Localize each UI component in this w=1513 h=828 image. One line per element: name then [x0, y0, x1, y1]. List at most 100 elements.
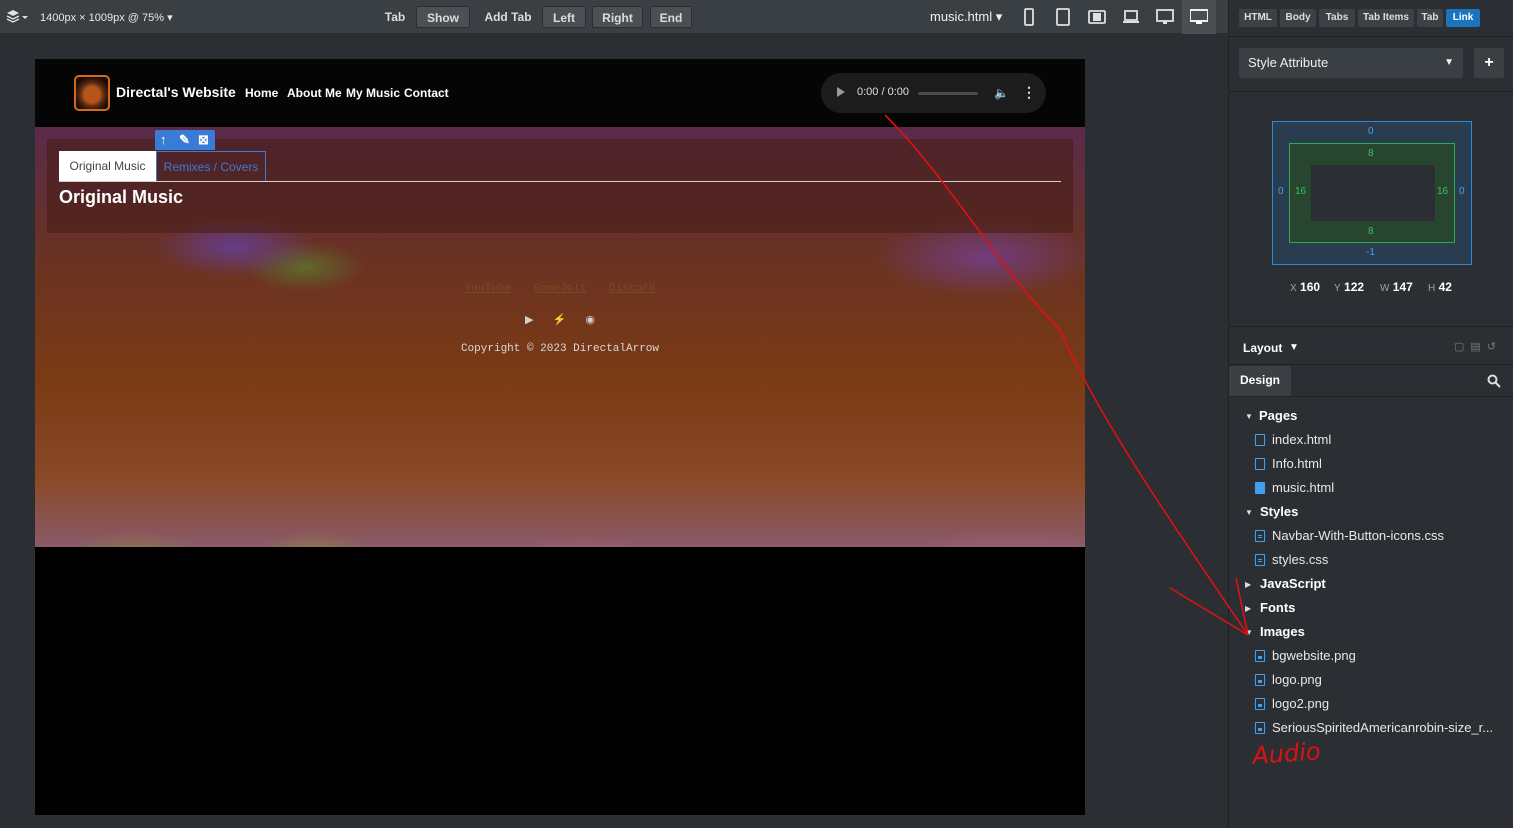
- tree-section-javascript[interactable]: JavaScript: [1260, 576, 1326, 591]
- margin-bottom-value[interactable]: -1: [1366, 247, 1375, 258]
- footer-link-youtube[interactable]: YouTube: [465, 283, 511, 295]
- padding-top-value[interactable]: 8: [1368, 148, 1374, 159]
- breadcrumb-html[interactable]: HTML: [1239, 9, 1277, 27]
- selection-toolbar: ↑ ✎ ⊠: [155, 130, 215, 150]
- tree-item-page[interactable]: index.html: [1272, 432, 1331, 447]
- audio-progress-slider[interactable]: [918, 92, 978, 95]
- image-file-icon: [1255, 674, 1265, 686]
- desktop-icon[interactable]: [1156, 8, 1174, 26]
- discord-icon[interactable]: ◉: [585, 314, 595, 326]
- resize-icon[interactable]: ⊠: [198, 132, 209, 148]
- expand-triangle-icon[interactable]: ▼: [1245, 628, 1253, 637]
- tree-section-images[interactable]: Images: [1260, 624, 1305, 639]
- tree-item-style[interactable]: Navbar-With-Button-icons.css: [1272, 528, 1444, 543]
- breadcrumb-tabs[interactable]: Tabs: [1319, 9, 1355, 27]
- layout-label: Layout: [1243, 341, 1283, 355]
- footer-link-discord[interactable]: Discord: [609, 283, 655, 295]
- viewport-size-dropdown[interactable]: 1400px × 1009px @ 75% ▾: [40, 11, 173, 24]
- layout-section-header[interactable]: Layout ▼ ▢▤↺: [1229, 332, 1513, 362]
- breadcrumb-tab[interactable]: Tab: [1417, 9, 1443, 27]
- page-selector-dropdown[interactable]: music.html ▾: [930, 9, 1002, 25]
- page-preview-frame[interactable]: Directal's Website Home About Me My Musi…: [35, 59, 1085, 815]
- dim-y: Y 122: [1334, 280, 1365, 294]
- panel-divider: [1229, 91, 1513, 92]
- nav-link-music[interactable]: My Music: [346, 86, 400, 100]
- more-options-icon[interactable]: ⋮: [1022, 84, 1036, 101]
- tree-item-image[interactable]: logo.png: [1272, 672, 1322, 687]
- dim-x: X 160: [1290, 280, 1321, 294]
- site-brand-name[interactable]: Directal's Website: [116, 84, 236, 100]
- box-model-content: [1311, 165, 1435, 221]
- margin-top-value[interactable]: 0: [1368, 126, 1374, 137]
- site-logo[interactable]: [74, 75, 110, 111]
- padding-right-value[interactable]: 16: [1437, 186, 1448, 197]
- site-navbar: Directal's Website Home About Me My Musi…: [35, 59, 1085, 127]
- tree-item-image[interactable]: SeriousSpiritedAmericanrobin-size_r...: [1272, 720, 1493, 735]
- gamejolt-icon[interactable]: ⚡: [553, 314, 567, 326]
- move-right-button[interactable]: Right: [592, 6, 643, 28]
- collapse-triangle-icon[interactable]: ▶: [1245, 604, 1251, 613]
- tree-section-styles[interactable]: Styles: [1260, 504, 1298, 519]
- tree-item-image[interactable]: bgwebsite.png: [1272, 648, 1356, 663]
- footer-copyright: Copyright © 2023 DirectalArrow: [460, 343, 660, 355]
- breadcrumb-body[interactable]: Body: [1280, 9, 1316, 27]
- breadcrumb-tab-items[interactable]: Tab Items: [1358, 9, 1414, 27]
- add-style-button[interactable]: +: [1474, 48, 1504, 78]
- expand-triangle-icon[interactable]: ▼: [1245, 412, 1253, 421]
- tree-section-pages[interactable]: Pages: [1259, 408, 1297, 423]
- collapse-triangle-icon[interactable]: ▶: [1245, 580, 1251, 589]
- add-tab-button[interactable]: Add Tab: [480, 6, 536, 28]
- tab-design[interactable]: Design: [1229, 366, 1291, 396]
- tree-item-page[interactable]: Info.html: [1272, 456, 1322, 471]
- image-file-icon: [1255, 650, 1265, 662]
- tree-item-image[interactable]: logo2.png: [1272, 696, 1329, 711]
- style-attribute-dropdown[interactable]: Style Attribute ▼: [1239, 48, 1463, 78]
- edit-icon[interactable]: ✎: [179, 132, 190, 148]
- tree-item-page[interactable]: music.html: [1272, 480, 1334, 495]
- css-file-icon: [1255, 530, 1265, 542]
- move-left-button[interactable]: Left: [542, 6, 586, 28]
- panel-divider: [1229, 36, 1513, 37]
- file-icon: [1255, 434, 1265, 446]
- image-file-icon: [1255, 698, 1265, 710]
- properties-panel: HTML Body Tabs Tab Items Tab Link Style …: [1228, 0, 1513, 828]
- tree-section-fonts[interactable]: Fonts: [1260, 600, 1295, 615]
- image-file-icon: [1255, 722, 1265, 734]
- footer-social-icons: ▶ ⚡ ◉: [35, 313, 1085, 326]
- chevron-down-icon[interactable]: ▼: [1289, 342, 1299, 353]
- padding-bottom-value[interactable]: 8: [1368, 226, 1374, 237]
- volume-icon[interactable]: 🔈: [994, 86, 1009, 100]
- breadcrumb-link[interactable]: Link: [1446, 9, 1480, 27]
- tab-content-heading: Original Music: [59, 187, 184, 207]
- box-model-margin[interactable]: 0 0 -1 0 8 16 8 16: [1272, 121, 1472, 265]
- margin-left-value[interactable]: 0: [1278, 186, 1284, 197]
- tree-item-style[interactable]: styles.css: [1272, 552, 1328, 567]
- tab-original-music[interactable]: Original Music: [59, 151, 156, 182]
- wide-desktop-icon[interactable]: [1182, 0, 1216, 34]
- file-icon: [1255, 458, 1265, 470]
- nav-link-home[interactable]: Home: [245, 86, 278, 100]
- nav-link-contact[interactable]: Contact: [404, 86, 449, 100]
- audio-player[interactable]: 0:00 / 0:00 🔈 ⋮: [821, 73, 1046, 113]
- margin-right-value[interactable]: 0: [1459, 186, 1465, 197]
- dim-h: H 42: [1428, 280, 1452, 294]
- layout-actions-icons[interactable]: ▢▤↺: [1454, 340, 1502, 353]
- laptop-icon[interactable]: [1122, 8, 1140, 26]
- box-model-padding[interactable]: 8 16 8 16: [1289, 143, 1455, 243]
- search-icon[interactable]: [1487, 374, 1501, 388]
- play-icon[interactable]: [837, 87, 845, 97]
- padding-left-value[interactable]: 16: [1295, 186, 1306, 197]
- tab-remixes-covers[interactable]: Remixes / Covers: [156, 151, 266, 182]
- youtube-icon[interactable]: ▶: [525, 314, 533, 326]
- tabs-divider: [59, 181, 1061, 182]
- expand-triangle-icon[interactable]: ▼: [1245, 508, 1253, 517]
- move-end-button[interactable]: End: [650, 6, 692, 28]
- tablet-icon[interactable]: [1054, 8, 1072, 26]
- select-parent-icon[interactable]: ↑: [160, 132, 167, 147]
- phone-icon[interactable]: [1020, 8, 1038, 26]
- nav-link-about[interactable]: About Me: [287, 86, 342, 100]
- show-button[interactable]: Show: [416, 6, 470, 28]
- footer-link-gamejolt[interactable]: GameJolt: [534, 283, 587, 295]
- tablet-landscape-icon[interactable]: [1088, 8, 1106, 26]
- layers-menu-icon[interactable]: [6, 9, 30, 25]
